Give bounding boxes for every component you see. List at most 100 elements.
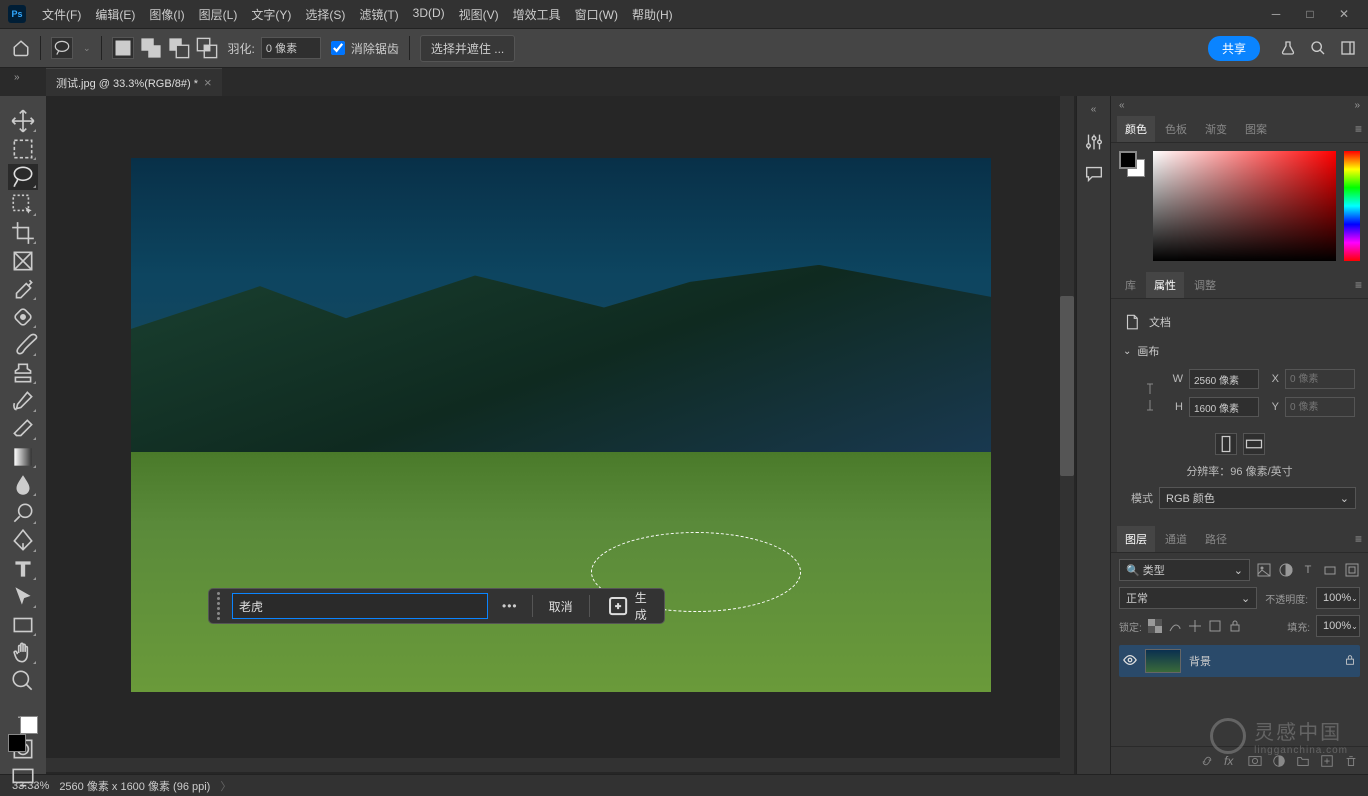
menu-type[interactable]: 文字(Y)	[245, 2, 297, 27]
brush-tool[interactable]	[8, 332, 38, 358]
workspace-icon[interactable]	[1340, 40, 1356, 56]
tab-patterns[interactable]: 图案	[1237, 116, 1275, 142]
generative-fill-bar[interactable]: ••• 取消 生成	[208, 588, 665, 624]
fill-input[interactable]: 100%⌄	[1316, 615, 1360, 637]
beaker-icon[interactable]	[1280, 40, 1296, 56]
dropdown-caret-icon[interactable]: ⌄	[83, 43, 91, 54]
lock-artboard-icon[interactable]	[1208, 619, 1222, 633]
delete-layer-icon[interactable]	[1344, 754, 1358, 768]
panel-menu-icon[interactable]: ≡	[1355, 278, 1362, 292]
close-button[interactable]: ✕	[1336, 6, 1352, 22]
tab-paths[interactable]: 路径	[1197, 526, 1235, 552]
filter-shape-icon[interactable]	[1322, 562, 1338, 578]
status-caret-icon[interactable]: 〉	[220, 778, 231, 794]
layer-filter-select[interactable]: 🔍 类型⌄	[1119, 559, 1250, 581]
link-icon[interactable]	[1143, 380, 1157, 414]
selection-new-icon[interactable]	[112, 37, 134, 59]
feather-input[interactable]	[261, 37, 321, 59]
document-tab[interactable]: 测试.jpg @ 33.3%(RGB/8#) * ×	[46, 68, 222, 97]
menu-3d[interactable]: 3D(D)	[407, 2, 451, 27]
tab-swatches[interactable]: 色板	[1157, 116, 1195, 142]
blend-mode-select[interactable]: 正常⌄	[1119, 587, 1257, 609]
lock-transparent-icon[interactable]	[1148, 619, 1162, 633]
tab-libraries[interactable]: 库	[1117, 272, 1144, 298]
lock-position-icon[interactable]	[1188, 619, 1202, 633]
screenmode-tool[interactable]	[8, 764, 38, 790]
foreground-swatch[interactable]	[8, 734, 26, 752]
move-tool[interactable]	[8, 108, 38, 134]
comments-strip-icon[interactable]	[1083, 163, 1105, 185]
menu-layer[interactable]: 图层(L)	[193, 2, 244, 27]
select-and-mask-button[interactable]: 选择并遮住 ...	[420, 35, 515, 62]
path-selection-tool[interactable]	[8, 584, 38, 610]
menu-select[interactable]: 选择(S)	[299, 2, 351, 27]
orientation-portrait-icon[interactable]	[1215, 433, 1237, 455]
hue-slider[interactable]	[1344, 151, 1360, 261]
marquee-tool[interactable]	[8, 136, 38, 162]
panel-collapse-icon[interactable]: «	[1119, 100, 1125, 111]
object-selection-tool[interactable]	[8, 192, 38, 218]
filter-pixel-icon[interactable]	[1256, 562, 1272, 578]
type-tool[interactable]	[8, 556, 38, 582]
generate-button[interactable]: 生成	[598, 585, 656, 627]
layer-name[interactable]: 背景	[1189, 653, 1336, 669]
tab-layers[interactable]: 图层	[1117, 526, 1155, 552]
new-layer-icon[interactable]	[1320, 754, 1334, 768]
layer-mask-icon[interactable]	[1248, 754, 1262, 768]
tab-channels[interactable]: 通道	[1157, 526, 1195, 552]
selection-subtract-icon[interactable]	[168, 37, 190, 59]
hand-tool[interactable]	[8, 640, 38, 666]
layer-item-background[interactable]: 背景	[1119, 645, 1360, 677]
tab-gradients[interactable]: 渐变	[1197, 116, 1235, 142]
tab-properties[interactable]: 属性	[1146, 272, 1184, 298]
panel-menu-icon[interactable]: ≡	[1355, 532, 1362, 546]
minimize-button[interactable]: ─	[1268, 6, 1284, 22]
scrollbar-thumb[interactable]	[1060, 296, 1074, 476]
filter-smart-icon[interactable]	[1344, 562, 1360, 578]
menu-filter[interactable]: 滤镜(T)	[353, 2, 404, 27]
blur-tool[interactable]	[8, 472, 38, 498]
color-swatch-pair[interactable]	[1119, 151, 1145, 177]
menu-plugins[interactable]: 增效工具	[507, 2, 567, 27]
canvas-area[interactable]: ••• 取消 生成	[46, 96, 1076, 774]
tab-color[interactable]: 颜色	[1117, 116, 1155, 142]
menu-help[interactable]: 帮助(H)	[626, 2, 679, 27]
lock-all-icon[interactable]	[1228, 619, 1242, 633]
home-icon[interactable]	[12, 39, 30, 57]
layer-thumbnail[interactable]	[1145, 649, 1181, 673]
antialias-group[interactable]: 消除锯齿	[331, 40, 399, 57]
history-brush-tool[interactable]	[8, 388, 38, 414]
selection-add-icon[interactable]	[140, 37, 162, 59]
menu-view[interactable]: 视图(V)	[453, 2, 505, 27]
crop-tool[interactable]	[8, 220, 38, 246]
rectangle-tool[interactable]	[8, 612, 38, 638]
canvas-scrollbar-h[interactable]	[46, 758, 1060, 772]
expand-strip-icon[interactable]: «	[1091, 104, 1097, 115]
generative-prompt-input[interactable]	[232, 593, 488, 619]
antialias-checkbox[interactable]	[331, 41, 345, 55]
layer-lock-icon[interactable]	[1344, 654, 1356, 669]
eyedropper-tool[interactable]	[8, 276, 38, 302]
canvas-section-header[interactable]: 画布	[1123, 343, 1356, 359]
layer-visibility-icon[interactable]	[1123, 653, 1137, 670]
adjustments-strip-icon[interactable]	[1083, 131, 1105, 153]
toolbar-collapse-icon[interactable]: »	[14, 72, 20, 83]
width-input[interactable]	[1189, 369, 1259, 389]
opacity-input[interactable]: 100%⌄	[1316, 587, 1360, 609]
search-icon[interactable]	[1310, 40, 1326, 56]
cancel-button[interactable]: 取消	[541, 594, 581, 619]
spot-heal-tool[interactable]	[8, 304, 38, 330]
share-button[interactable]: 共享	[1208, 36, 1260, 61]
dodge-tool[interactable]	[8, 500, 38, 526]
lock-image-icon[interactable]	[1168, 619, 1182, 633]
menu-file[interactable]: 文件(F)	[36, 2, 87, 27]
frame-tool[interactable]	[8, 248, 38, 274]
layer-style-icon[interactable]: fx	[1224, 754, 1238, 768]
more-options-icon[interactable]: •••	[496, 599, 524, 613]
lasso-tool-preset[interactable]	[51, 37, 73, 59]
filter-type-icon[interactable]: T	[1300, 562, 1316, 578]
foreground-swatch[interactable]	[1119, 151, 1137, 169]
zoom-tool[interactable]	[8, 668, 38, 694]
lasso-tool[interactable]	[8, 164, 38, 190]
color-mode-select[interactable]: RGB 颜色⌄	[1159, 487, 1356, 509]
